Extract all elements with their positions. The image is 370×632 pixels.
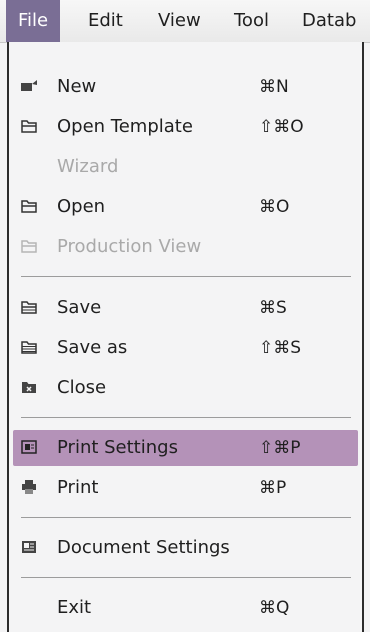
- document-settings-icon: [21, 540, 37, 554]
- menu-item-label: Save: [57, 297, 102, 318]
- shortcut-label: ⇧⌘O: [259, 117, 304, 137]
- menubar-edit[interactable]: Edit: [88, 0, 123, 42]
- printer-icon: [21, 480, 37, 494]
- save-as-icon: [21, 340, 37, 354]
- menu-item-label: Print Settings: [57, 437, 178, 458]
- menu-item-label: Open: [57, 196, 106, 217]
- shortcut-label: ⇧⌘P: [259, 438, 301, 458]
- menu-item-open-template[interactable]: Open Template ⇧⌘O: [9, 109, 362, 145]
- shortcut-label: ⌘O: [259, 197, 290, 217]
- menu-item-label: Save as: [57, 337, 128, 358]
- menu-item-save-as[interactable]: Save as ⇧⌘S: [9, 330, 362, 366]
- menu-separator: [21, 517, 351, 518]
- menu-item-label: Close: [57, 377, 107, 398]
- menu-item-close[interactable]: Close: [9, 370, 362, 406]
- menu-separator: [21, 417, 351, 418]
- shortcut-label: ⌘N: [259, 77, 289, 97]
- menu-item-label: Document Settings: [57, 537, 230, 558]
- folder-icon: [21, 119, 37, 133]
- shortcut-label: ⌘S: [259, 298, 287, 318]
- menu-item-label: Open Template: [57, 116, 193, 137]
- menu-separator: [21, 577, 351, 578]
- shortcut-label: ⌘P: [259, 478, 287, 498]
- menu-item-wizard: Wizard: [9, 149, 362, 185]
- menu-item-print-settings[interactable]: Print Settings ⇧⌘P: [13, 430, 358, 466]
- menu-item-new[interactable]: New ⌘N: [9, 69, 362, 105]
- print-settings-icon: [21, 440, 37, 454]
- menubar: File Edit View Tool Datab: [0, 0, 370, 43]
- menu-item-label: Print: [57, 477, 99, 498]
- menu-item-exit[interactable]: Exit ⌘Q: [9, 590, 362, 626]
- file-menu: New ⌘N Open Template ⇧⌘O Wizard Open ⌘O …: [7, 42, 364, 632]
- menu-item-open[interactable]: Open ⌘O: [9, 189, 362, 225]
- menubar-view[interactable]: View: [158, 0, 201, 42]
- folder-icon: [21, 239, 37, 253]
- menu-item-document-settings[interactable]: Document Settings: [9, 530, 362, 566]
- menubar-database[interactable]: Datab: [302, 0, 356, 42]
- menubar-file[interactable]: File: [6, 0, 61, 42]
- shortcut-label: ⇧⌘S: [259, 338, 302, 358]
- menu-item-label: Wizard: [57, 156, 119, 177]
- folder-icon: [21, 199, 37, 213]
- shortcut-label: ⌘Q: [259, 598, 290, 618]
- menubar-tool[interactable]: Tool: [234, 0, 269, 42]
- menu-item-label: Exit: [57, 597, 92, 618]
- menu-separator: [21, 276, 351, 277]
- save-folder-icon: [21, 300, 37, 314]
- new-document-icon: [21, 79, 37, 93]
- menu-item-label: New: [57, 76, 97, 97]
- menu-item-production-view: Production View: [9, 229, 362, 265]
- close-folder-icon: [21, 380, 37, 394]
- menu-item-label: Production View: [57, 236, 202, 257]
- menu-item-print[interactable]: Print ⌘P: [9, 470, 362, 506]
- menu-item-save[interactable]: Save ⌘S: [9, 290, 362, 326]
